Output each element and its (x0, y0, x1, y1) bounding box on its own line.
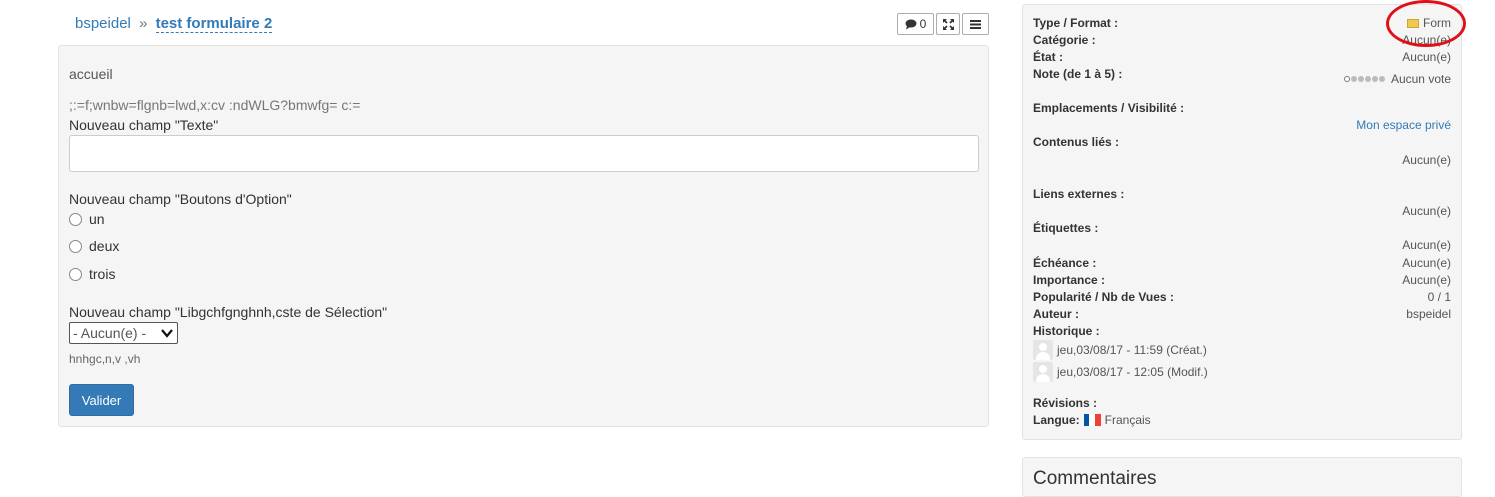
history-entry-text: jeu,03/08/17 - 12:05 (Modif.) (1057, 365, 1208, 379)
type-value-text: Form (1423, 16, 1451, 30)
radio-option-label: un (89, 211, 105, 227)
form-panel: accueil ;:=f;wnbw=flgnb=lwd,x:cv :ndWLG?… (58, 45, 989, 427)
history-entry: jeu,03/08/17 - 12:05 (Modif.) (1033, 362, 1208, 382)
content-header: bspeidel » test formulaire 2 0 (58, 8, 989, 41)
text-field-label: Nouveau champ "Texte" (69, 117, 219, 133)
history-entry-text: jeu,03/08/17 - 11:59 (Créat.) (1057, 343, 1207, 357)
radio-button[interactable] (69, 267, 82, 281)
form-icon (1407, 18, 1419, 28)
author-label: Auteur : (1033, 307, 1079, 321)
radio-option-trois[interactable]: trois (69, 266, 115, 282)
radio-button[interactable] (69, 212, 82, 226)
importance-label: Importance : (1033, 273, 1106, 287)
rating-dot[interactable] (1357, 76, 1364, 82)
rating-dot[interactable] (1350, 76, 1357, 82)
fullscreen-icon (942, 18, 954, 30)
fullscreen-button[interactable] (936, 13, 960, 35)
related-label: Contenus liés : (1033, 135, 1120, 149)
select-label: Nouveau champ "Libgchfgnghnh,cste de Sél… (69, 304, 388, 320)
chevron-down-icon (161, 329, 173, 338)
submit-button[interactable]: Valider (69, 384, 134, 416)
importance-value: Aucun(e) (1402, 273, 1451, 287)
deadline-label: Échéance : (1033, 256, 1097, 270)
header-toolbar: 0 (895, 13, 989, 35)
category-value: Aucun(e) (1402, 33, 1451, 47)
type-label: Type / Format : (1033, 16, 1119, 30)
select-value: - Aucun(e) - (73, 325, 147, 341)
state-value: Aucun(e) (1402, 50, 1451, 64)
page-title[interactable]: test formulaire 2 (155, 15, 273, 33)
tags-label: Étiquettes : (1033, 221, 1099, 235)
radio-option-un[interactable]: un (69, 211, 105, 227)
menu-button[interactable] (962, 13, 989, 35)
type-value: Form (1407, 16, 1451, 30)
rating-value: Aucun vote (1390, 72, 1451, 86)
rating-dot[interactable] (1371, 76, 1378, 82)
france-flag-icon (1083, 414, 1101, 426)
related-value: Aucun(e) (1402, 153, 1451, 167)
select-hint: hnhgc,n,v ,vh (69, 352, 141, 366)
popularity-label: Popularité / Nb de Vues : (1033, 290, 1174, 304)
history-entry: jeu,03/08/17 - 11:59 (Créat.) (1033, 340, 1207, 360)
info-panel: Type / Format : Form Catégorie : Aucun(e… (1022, 4, 1462, 440)
rating-dot[interactable] (1378, 76, 1385, 82)
radio-option-label: trois (89, 266, 116, 282)
form-description: ;:=f;wnbw=flgnb=lwd,x:cv :ndWLG?bmwfg= c… (69, 97, 361, 113)
rating-dots[interactable] (1343, 76, 1385, 82)
comment-icon (905, 19, 917, 29)
radio-option-deux[interactable]: deux (69, 238, 119, 254)
form-heading: accueil (69, 66, 113, 82)
comments-button[interactable]: 0 (897, 13, 934, 35)
comments-panel: Commentaires (1022, 457, 1462, 497)
rating-label: Note (de 1 à 5) : (1033, 67, 1123, 81)
external-links-value: Aucun(e) (1402, 204, 1451, 218)
locations-link[interactable]: Mon espace privé (1356, 118, 1451, 132)
comments-title: Commentaires (1033, 468, 1157, 489)
popularity-value: 0 / 1 (1427, 290, 1451, 304)
language-value: Français (1104, 413, 1151, 427)
external-links-label: Liens externes : (1033, 187, 1125, 201)
text-field-input[interactable] (69, 135, 979, 172)
language-row: Langue: Français (1033, 413, 1151, 427)
author-value: bspeidel (1406, 307, 1451, 321)
tags-value: Aucun(e) (1402, 238, 1451, 252)
category-label: Catégorie : (1033, 33, 1096, 47)
select-dropdown[interactable]: - Aucun(e) - (69, 322, 178, 344)
state-label: État : (1033, 50, 1063, 64)
radio-option-label: deux (89, 238, 120, 254)
comment-count: 0 (919, 17, 927, 31)
radio-button[interactable] (69, 239, 82, 253)
rating-dot[interactable] (1343, 76, 1350, 82)
breadcrumb: bspeidel » test formulaire 2 (75, 15, 273, 33)
language-label: Langue: (1033, 413, 1080, 427)
avatar-icon (1033, 362, 1053, 382)
breadcrumb-separator: » (139, 15, 148, 32)
breadcrumb-user-link[interactable]: bspeidel (75, 15, 131, 32)
locations-label: Emplacements / Visibilité : (1033, 101, 1185, 115)
deadline-value: Aucun(e) (1402, 256, 1451, 270)
revisions-label: Révisions : (1033, 396, 1098, 410)
rating-widget[interactable]: Aucun vote (1343, 72, 1451, 86)
history-label: Historique : (1033, 324, 1100, 338)
rating-dot[interactable] (1364, 76, 1371, 82)
menu-icon (970, 19, 981, 29)
avatar-icon (1033, 340, 1053, 360)
radio-group-label: Nouveau champ "Boutons d'Option" (69, 191, 292, 207)
